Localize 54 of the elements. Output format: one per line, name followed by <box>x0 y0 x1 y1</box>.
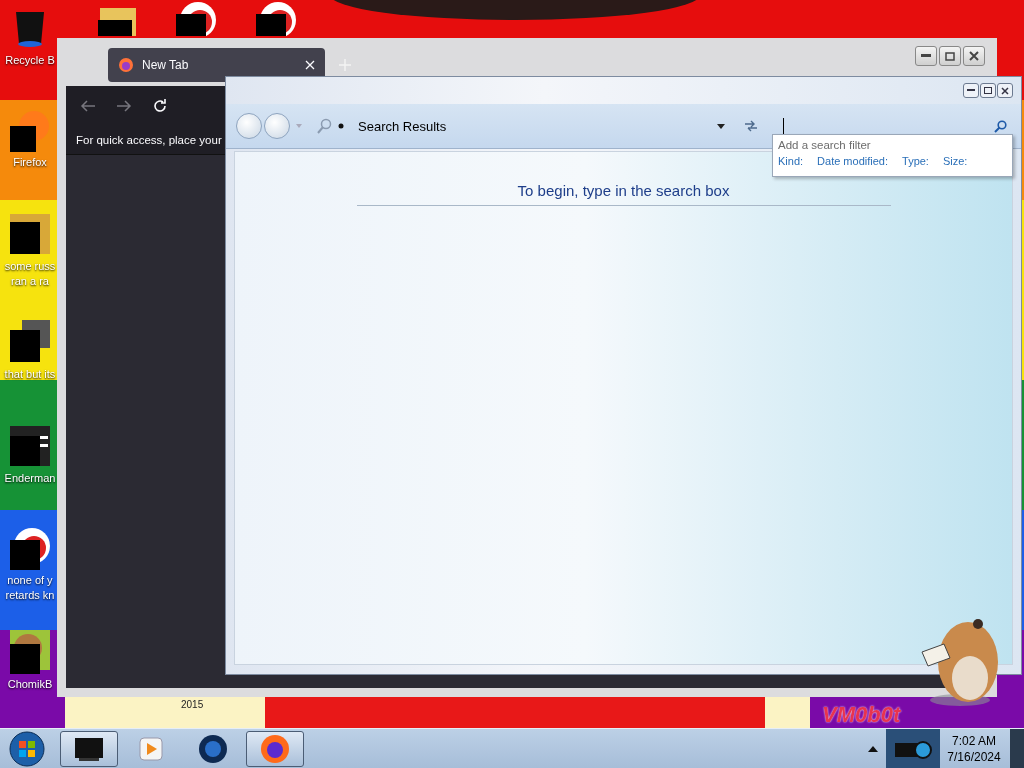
fox-icon[interactable] <box>8 108 52 152</box>
maximize-button[interactable] <box>980 83 996 98</box>
app-icon[interactable] <box>8 630 52 674</box>
close-button[interactable] <box>963 46 985 66</box>
maximize-icon <box>984 87 992 94</box>
back-icon[interactable] <box>80 99 96 113</box>
close-button[interactable] <box>997 83 1013 98</box>
tray-button[interactable] <box>886 729 940 768</box>
filter-link[interactable]: Date modified: <box>817 155 888 167</box>
forward-icon[interactable] <box>116 99 132 113</box>
icon-label[interactable]: Enderman <box>4 471 56 486</box>
minimize-button[interactable] <box>963 83 979 98</box>
maximize-button[interactable] <box>939 46 961 66</box>
monitor-icon <box>73 736 105 762</box>
app-icon[interactable] <box>8 212 52 256</box>
bullet-icon <box>338 123 344 129</box>
start-button[interactable] <box>8 730 46 768</box>
maximize-icon <box>945 51 955 61</box>
fox-icon <box>118 57 134 73</box>
play-icon <box>139 737 163 761</box>
refresh-icon[interactable] <box>743 119 759 133</box>
icon-label[interactable]: Recycle B <box>5 53 55 68</box>
tray-arrow-icon[interactable] <box>868 745 878 753</box>
bookmarks-hint: For quick access, place your <box>76 134 222 146</box>
filter-link[interactable]: Size: <box>942 155 968 167</box>
taskbar-button[interactable] <box>246 731 304 767</box>
popup-title: Add a search filter <box>778 139 872 151</box>
icon-label[interactable]: retards kn <box>5 588 55 603</box>
app-icon[interactable] <box>8 526 52 570</box>
caret-icon[interactable] <box>717 123 725 129</box>
close-icon <box>1001 86 1009 95</box>
icon-label[interactable]: none of y <box>7 573 53 588</box>
icon-label[interactable]: ChomikB <box>7 677 53 692</box>
wallpaper-text: 2015 <box>181 699 204 710</box>
filter-link[interactable]: Kind: <box>778 155 804 167</box>
app-icon[interactable] <box>8 320 52 364</box>
address-path[interactable]: Search Results <box>358 118 711 134</box>
filter-link[interactable]: Type: <box>902 155 929 167</box>
close-icon <box>969 51 979 61</box>
wallpaper-text: VM0b0t <box>822 702 901 728</box>
close-icon[interactable] <box>305 60 315 70</box>
clock[interactable]: 7:02 AM 7/16/2024 <box>940 733 1008 765</box>
browser-tab[interactable]: New Tab <box>108 48 325 82</box>
minimize-icon <box>921 54 931 58</box>
minimize-icon <box>967 89 975 92</box>
globe-icon <box>198 734 228 764</box>
taskbar-button[interactable] <box>60 731 118 767</box>
fox-icon <box>259 733 291 765</box>
reload-icon[interactable] <box>152 98 168 114</box>
search-icon <box>316 118 332 134</box>
search-icon[interactable] <box>994 119 1007 133</box>
empty-message: To begin, type in the search box <box>356 182 891 206</box>
app-icon[interactable] <box>8 424 52 468</box>
minimize-button[interactable] <box>915 46 937 66</box>
